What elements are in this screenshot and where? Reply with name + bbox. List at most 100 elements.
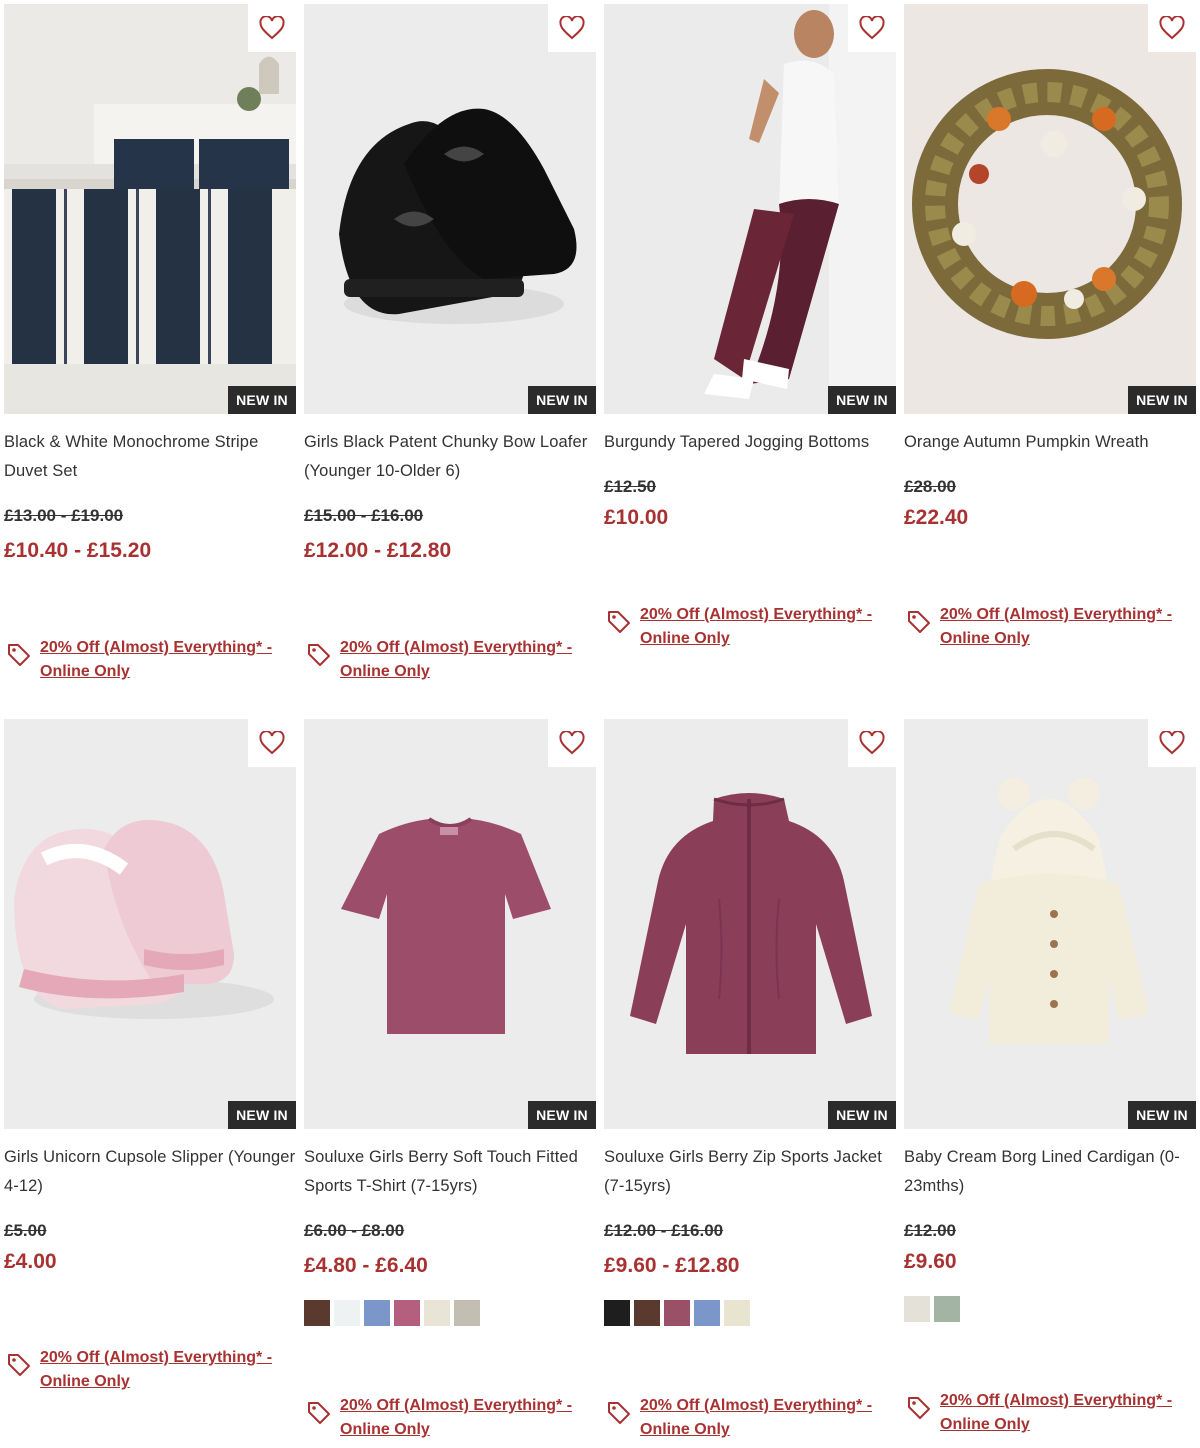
product-image[interactable]: NEW IN [304,4,596,414]
product-name[interactable]: Girls Black Patent Chunky Bow Loafer (Yo… [304,428,596,486]
was-price: £5.00 [4,1221,47,1240]
colour-swatch[interactable] [304,1300,330,1326]
sale-price: £9.60 [904,1250,957,1273]
product-image[interactable]: NEW IN [4,4,296,414]
colour-swatch[interactable] [724,1300,750,1326]
colour-swatch[interactable] [454,1300,480,1326]
heart-icon [259,16,285,40]
heart-icon [1159,731,1185,755]
sale-price: £9.60 - £12.80 [604,1254,740,1277]
product-name[interactable]: Souluxe Girls Berry Soft Touch Fitted Sp… [304,1143,596,1201]
colour-swatches [304,1300,480,1326]
was-price: £15.00 - £16.00 [304,506,424,525]
product-card[interactable]: NEW IN Black & White Monochrome Stripe D… [4,4,296,704]
product-image[interactable]: NEW IN [904,4,1196,414]
product-card[interactable]: NEW IN Baby Cream Borg Lined Cardigan (0… [904,719,1196,1433]
promo-text[interactable]: 20% Off (Almost) Everything* - Online On… [340,636,590,684]
colour-swatch[interactable] [604,1300,630,1326]
promo-text[interactable]: 20% Off (Almost) Everything* - Online On… [40,636,290,684]
product-name[interactable]: Burgundy Tapered Jogging Bottoms [604,428,896,457]
sale-price: £22.40 [904,506,969,529]
wishlist-heart-button[interactable] [848,719,896,767]
wreath-image [904,4,1196,414]
promo-link[interactable]: 20% Off (Almost) Everything* - Online On… [906,603,1196,659]
promo-text[interactable]: 20% Off (Almost) Everything* - Online On… [40,1346,290,1394]
colour-swatch[interactable] [664,1300,690,1326]
product-image[interactable]: NEW IN [4,719,296,1129]
product-name[interactable]: Souluxe Girls Berry Zip Sports Jacket (7… [604,1143,896,1201]
sale-price: £10.00 [604,506,669,529]
colour-swatch[interactable] [364,1300,390,1326]
product-name[interactable]: Baby Cream Borg Lined Cardigan (0-23mths… [904,1143,1196,1201]
product-card[interactable]: NEW IN Girls Unicorn Cupsole Slipper (Yo… [4,719,296,1419]
product-card[interactable]: NEW IN Souluxe Girls Berry Soft Touch Fi… [304,719,596,1438]
sale-price: £4.80 - £6.40 [304,1254,428,1277]
cardigan-image [904,719,1196,1129]
was-price: £28.00 [904,477,956,496]
product-image[interactable]: NEW IN [304,719,596,1129]
tag-icon [8,644,30,666]
product-card[interactable]: NEW IN Burgundy Tapered Jogging Bottoms … [604,4,896,704]
tag-icon [608,1402,630,1424]
colour-swatch[interactable] [424,1300,450,1326]
heart-icon [259,731,285,755]
product-name[interactable]: Black & White Monochrome Stripe Duvet Se… [4,428,296,486]
product-name[interactable]: Girls Unicorn Cupsole Slipper (Younger 4… [4,1143,296,1201]
promo-link[interactable]: 20% Off (Almost) Everything* - Online On… [606,1394,896,1448]
tag-icon [8,1354,30,1376]
wishlist-heart-button[interactable] [1148,719,1196,767]
was-price: £12.50 [604,477,656,496]
tag-icon [908,611,930,633]
tag-icon [308,644,330,666]
was-price: £6.00 - £8.00 [304,1221,405,1240]
slipper-image [4,719,296,1129]
duvet-set-image [4,4,296,414]
promo-link[interactable]: 20% Off (Almost) Everything* - Online On… [6,1346,296,1402]
product-name[interactable]: Orange Autumn Pumpkin Wreath [904,428,1196,457]
wishlist-heart-button[interactable] [248,719,296,767]
colour-swatch[interactable] [634,1300,660,1326]
promo-text[interactable]: 20% Off (Almost) Everything* - Online On… [940,1389,1190,1437]
sale-price: £4.00 [4,1250,57,1273]
product-card[interactable]: NEW IN Souluxe Girls Berry Zip Sports Ja… [604,719,896,1438]
was-price: £12.00 - £16.00 [604,1221,724,1240]
promo-text[interactable]: 20% Off (Almost) Everything* - Online On… [640,1394,890,1442]
wishlist-heart-button[interactable] [548,4,596,52]
colour-swatch[interactable] [694,1300,720,1326]
loafer-image [304,4,596,414]
wishlist-heart-button[interactable] [248,4,296,52]
heart-icon [559,16,585,40]
promo-link[interactable]: 20% Off (Almost) Everything* - Online On… [6,636,296,692]
colour-swatch[interactable] [334,1300,360,1326]
product-image[interactable]: NEW IN [904,719,1196,1129]
new-in-badge: NEW IN [828,1101,896,1129]
promo-link[interactable]: 20% Off (Almost) Everything* - Online On… [906,1389,1196,1445]
wishlist-heart-button[interactable] [548,719,596,767]
sale-price: £12.00 - £12.80 [304,539,452,562]
tag-icon [308,1402,330,1424]
product-image[interactable]: NEW IN [604,4,896,414]
colour-swatch[interactable] [904,1296,930,1322]
new-in-badge: NEW IN [1128,1101,1196,1129]
new-in-badge: NEW IN [1128,386,1196,414]
promo-text[interactable]: 20% Off (Almost) Everything* - Online On… [340,1394,590,1442]
promo-text[interactable]: 20% Off (Almost) Everything* - Online On… [640,603,890,651]
promo-link[interactable]: 20% Off (Almost) Everything* - Online On… [306,1394,596,1448]
heart-icon [859,16,885,40]
colour-swatch[interactable] [934,1296,960,1322]
new-in-badge: NEW IN [228,386,296,414]
heart-icon [1159,16,1185,40]
wishlist-heart-button[interactable] [1148,4,1196,52]
promo-text[interactable]: 20% Off (Almost) Everything* - Online On… [940,603,1190,651]
heart-icon [859,731,885,755]
product-image[interactable]: NEW IN [604,719,896,1129]
promo-link[interactable]: 20% Off (Almost) Everything* - Online On… [606,603,896,659]
product-card[interactable]: NEW IN Orange Autumn Pumpkin Wreath £28.… [904,4,1196,704]
product-card[interactable]: NEW IN Girls Black Patent Chunky Bow Loa… [304,4,596,704]
wishlist-heart-button[interactable] [848,4,896,52]
colour-swatch[interactable] [394,1300,420,1326]
sale-price: £10.40 - £15.20 [4,539,152,562]
zip-jacket-image [604,719,896,1129]
promo-link[interactable]: 20% Off (Almost) Everything* - Online On… [306,636,596,692]
new-in-badge: NEW IN [528,1101,596,1129]
